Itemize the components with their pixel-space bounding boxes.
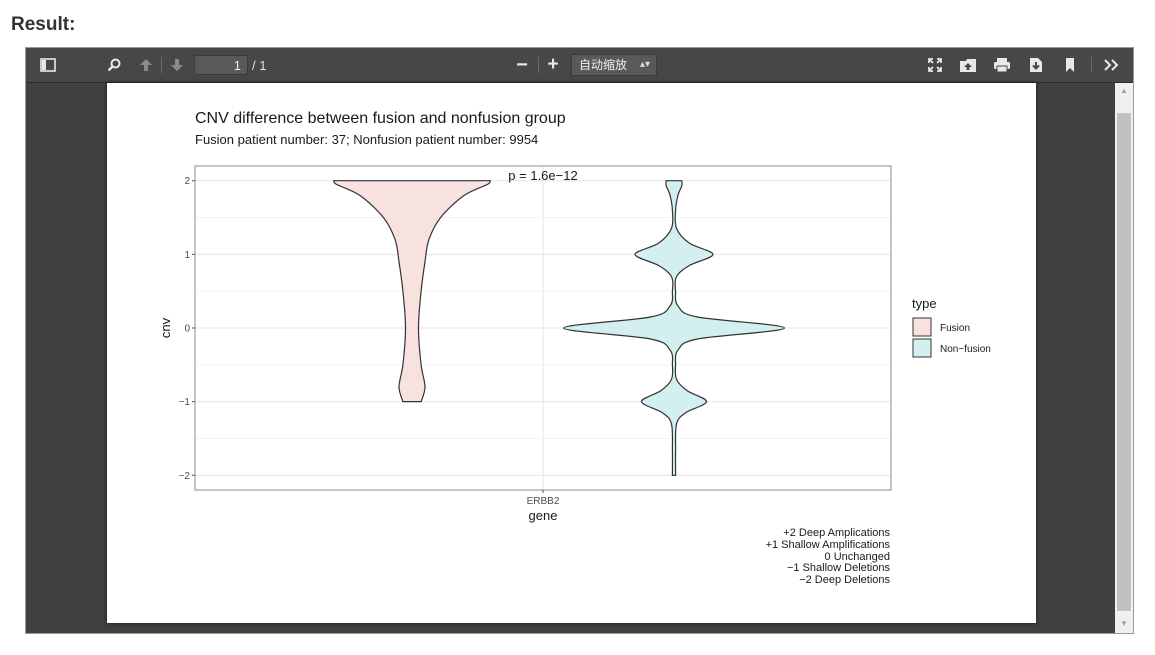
vertical-scrollbar[interactable]: ▲ ▼ bbox=[1115, 83, 1133, 633]
y-tick-label: −2 bbox=[179, 471, 191, 482]
sidebar-toggle-icon[interactable] bbox=[36, 53, 60, 77]
previous-page-icon[interactable] bbox=[134, 53, 158, 77]
zoom-in-button[interactable]: + bbox=[541, 53, 565, 77]
y-tick-label: 1 bbox=[184, 250, 190, 261]
pdf-page: CNV difference between fusion and nonfus… bbox=[107, 83, 1036, 623]
scroll-down-icon[interactable]: ▼ bbox=[1115, 616, 1133, 632]
legend-label: Fusion bbox=[940, 323, 970, 334]
result-heading: Result: bbox=[11, 14, 76, 35]
y-tick-label: 0 bbox=[184, 324, 190, 335]
p-value-annotation: p = 1.6e−12 bbox=[508, 168, 577, 183]
zoom-select-value: 自动缩放 bbox=[579, 58, 628, 72]
page-number-input[interactable] bbox=[194, 55, 248, 75]
tools-menu-icon[interactable] bbox=[1098, 53, 1124, 77]
violin-non-fusion bbox=[562, 180, 786, 476]
scroll-up-icon[interactable]: ▲ bbox=[1115, 83, 1133, 99]
y-tick-label: −1 bbox=[179, 397, 191, 408]
zoom-select[interactable]: 自动缩放 ▴▾ bbox=[571, 54, 657, 76]
legend-label: Non−fusion bbox=[940, 344, 991, 355]
viewer-toolbar: / 1 − + 自动缩放 ▴▾ bbox=[26, 48, 1133, 83]
y-axis-title: cnv bbox=[158, 317, 173, 338]
open-file-icon[interactable] bbox=[956, 53, 980, 77]
x-axis-title: gene bbox=[529, 508, 558, 523]
bookmark-icon[interactable] bbox=[1058, 53, 1082, 77]
legend-key bbox=[912, 317, 932, 337]
cnv-note: −2 Deep Deletions bbox=[799, 574, 890, 587]
search-icon[interactable] bbox=[102, 53, 126, 77]
y-tick-label: 2 bbox=[184, 176, 190, 187]
pdf-viewer: / 1 − + 自动缩放 ▴▾ CNV difference between f… bbox=[26, 48, 1133, 633]
presentation-mode-icon[interactable] bbox=[923, 53, 947, 77]
scrollbar-thumb[interactable] bbox=[1117, 113, 1131, 611]
legend-key bbox=[912, 338, 932, 358]
zoom-out-button[interactable]: − bbox=[510, 53, 534, 77]
download-icon[interactable] bbox=[1024, 53, 1048, 77]
x-tick-label: ERBB2 bbox=[527, 496, 560, 507]
next-page-icon[interactable] bbox=[165, 53, 189, 77]
page-total: / 1 bbox=[252, 58, 267, 73]
legend-title: type bbox=[912, 296, 937, 311]
violin-chart: −2 −1 0 1 2 ERBB2gene cnv p = 1.6e−12 type Fusion… bbox=[158, 165, 991, 523]
print-icon[interactable] bbox=[990, 53, 1014, 77]
cnv-level-notes: +2 Deep Amplications +1 Shallow Amplific… bbox=[765, 527, 890, 587]
select-arrows-icon: ▴▾ bbox=[639, 59, 650, 70]
cnv-note: +1 Shallow Amplifications bbox=[765, 538, 890, 551]
